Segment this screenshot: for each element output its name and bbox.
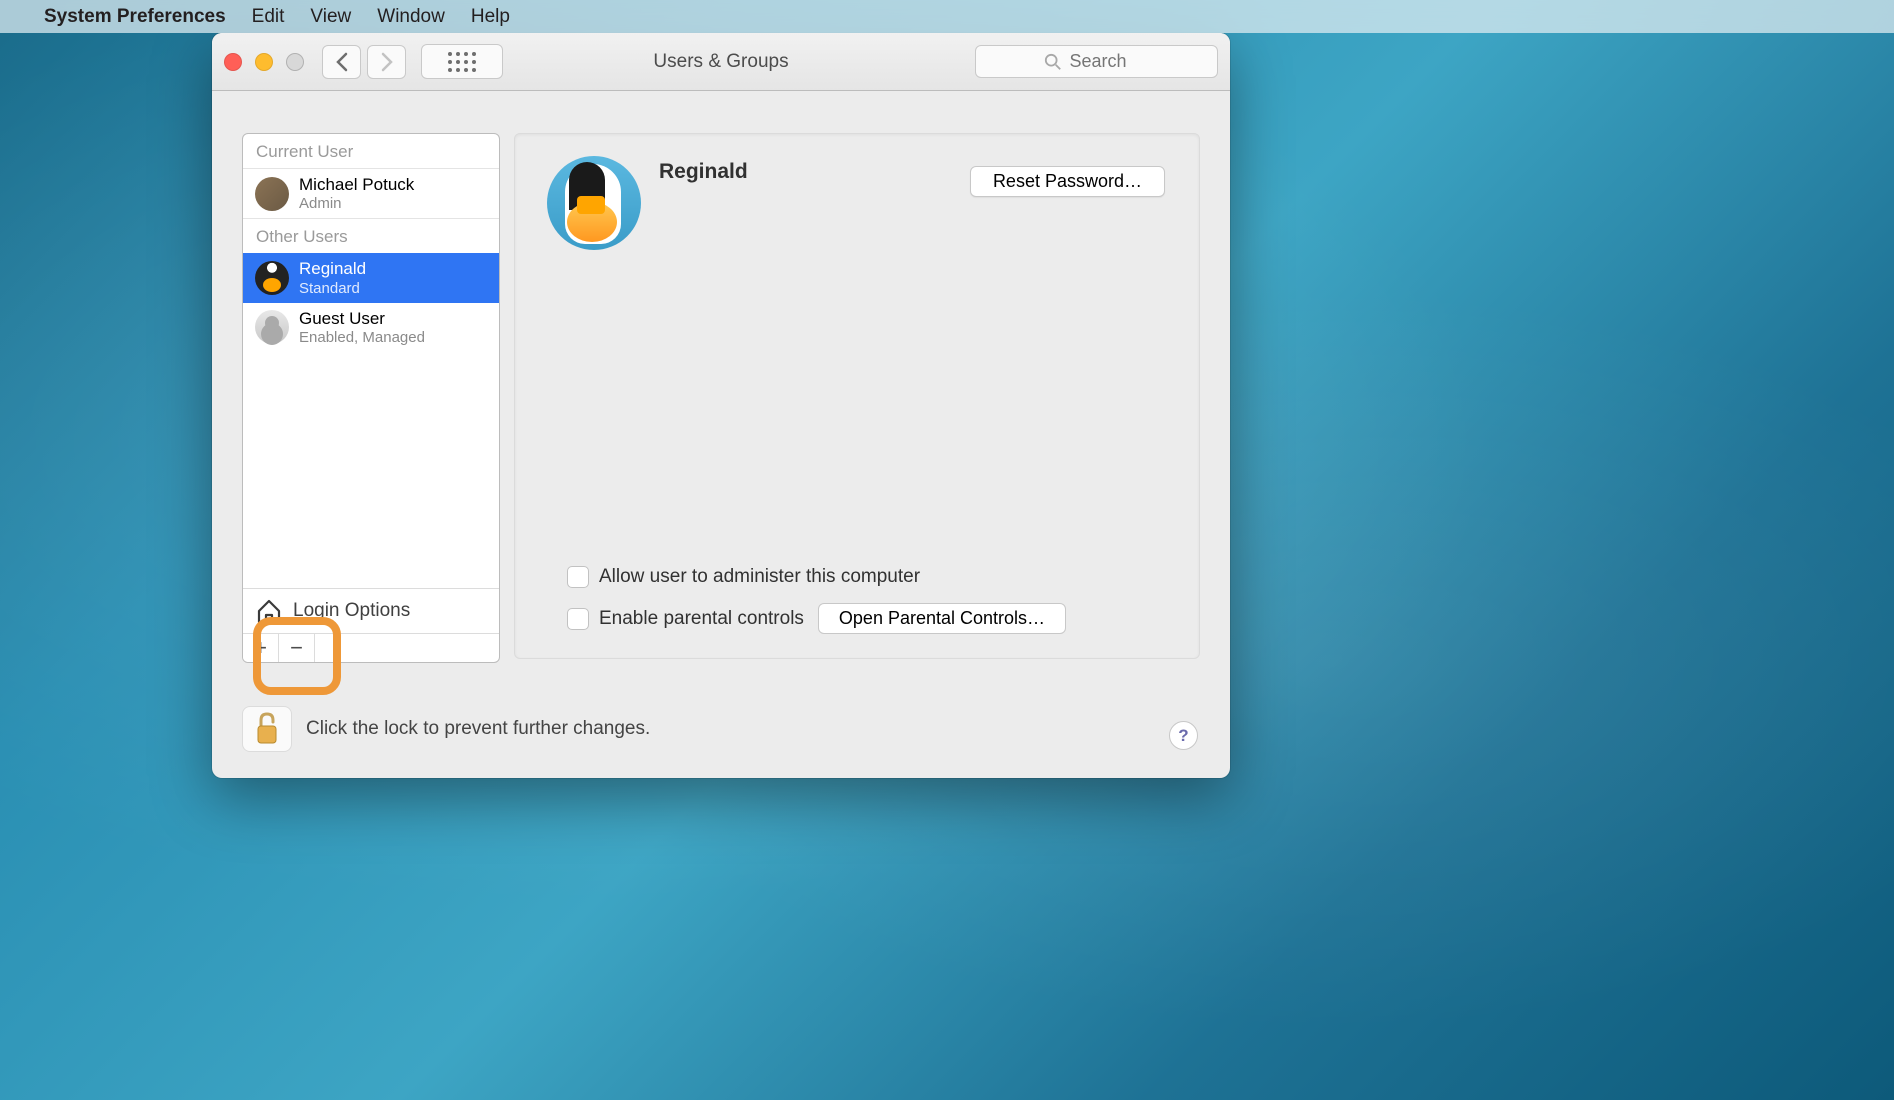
menu-app[interactable]: System Preferences <box>44 6 226 28</box>
content-area: Current User Michael Potuck Admin Other … <box>212 91 1230 695</box>
window-title: Users & Groups <box>653 51 788 73</box>
user-name: Guest User <box>299 309 425 329</box>
current-user-header: Current User <box>243 134 499 169</box>
chevron-left-icon <box>335 52 349 72</box>
user-info: Guest User Enabled, Managed <box>299 309 425 346</box>
remove-user-button[interactable]: − <box>279 634 315 662</box>
parental-checkbox[interactable] <box>567 608 589 630</box>
search-field[interactable] <box>975 45 1218 78</box>
user-role: Enabled, Managed <box>299 329 425 346</box>
avatar-icon <box>255 261 289 295</box>
admin-checkbox-row: Allow user to administer this computer <box>567 566 1167 588</box>
user-name: Reginald <box>299 259 366 279</box>
detail-user-name: Reginald <box>659 160 748 184</box>
menubar: System Preferences Edit View Window Help <box>0 0 1894 33</box>
parental-checkbox-label: Enable parental controls <box>599 608 804 630</box>
user-detail-panel: Reginald Reset Password… Allow user to a… <box>514 133 1200 659</box>
user-row-guest[interactable]: Guest User Enabled, Managed <box>243 303 499 352</box>
login-options-label: Login Options <box>293 600 410 622</box>
user-role: Standard <box>299 280 366 297</box>
other-users-header: Other Users <box>243 218 499 253</box>
traffic-lights <box>224 53 304 71</box>
forward-button <box>367 45 406 79</box>
lock-bar: Click the lock to prevent further change… <box>242 706 1200 752</box>
current-user-row[interactable]: Michael Potuck Admin <box>243 169 499 218</box>
admin-checkbox-label: Allow user to administer this computer <box>599 566 920 588</box>
menu-edit[interactable]: Edit <box>252 6 285 28</box>
admin-checkbox[interactable] <box>567 566 589 588</box>
avatar-icon <box>255 177 289 211</box>
user-info: Michael Potuck Admin <box>299 175 414 212</box>
back-button[interactable] <box>322 45 361 79</box>
close-window-icon[interactable] <box>224 53 242 71</box>
search-icon <box>1044 53 1062 71</box>
help-button[interactable]: ? <box>1169 721 1198 750</box>
preferences-window: Users & Groups Current User Michael Potu… <box>212 33 1230 778</box>
chevron-right-icon <box>380 52 394 72</box>
house-icon <box>255 598 283 624</box>
login-options-row[interactable]: Login Options <box>243 588 499 633</box>
menu-view[interactable]: View <box>310 6 351 28</box>
user-info: Reginald Standard <box>299 259 366 296</box>
search-input[interactable] <box>1070 51 1150 72</box>
menu-help[interactable]: Help <box>471 6 510 28</box>
minimize-window-icon[interactable] <box>255 53 273 71</box>
reset-password-button[interactable]: Reset Password… <box>970 166 1165 197</box>
user-avatar-large[interactable] <box>547 156 641 250</box>
avatar-icon <box>255 310 289 344</box>
add-remove-bar: + − <box>243 633 499 662</box>
menu-window[interactable]: Window <box>377 6 445 28</box>
nav-buttons <box>322 45 406 79</box>
parental-checkbox-row: Enable parental controls Open Parental C… <box>567 603 1167 634</box>
lock-button[interactable] <box>242 706 292 752</box>
user-role: Admin <box>299 195 414 212</box>
grid-icon <box>448 52 476 72</box>
user-name: Michael Potuck <box>299 175 414 195</box>
add-user-button[interactable]: + <box>243 634 279 662</box>
show-all-button[interactable] <box>421 44 503 79</box>
user-list-sidebar: Current User Michael Potuck Admin Other … <box>242 133 500 663</box>
lock-text: Click the lock to prevent further change… <box>306 718 650 740</box>
user-row-reginald[interactable]: Reginald Standard <box>243 253 499 302</box>
zoom-window-icon <box>286 53 304 71</box>
unlock-icon <box>253 712 281 746</box>
options-group: Allow user to administer this computer E… <box>567 566 1167 634</box>
title-bar: Users & Groups <box>212 33 1230 91</box>
open-parental-controls-button[interactable]: Open Parental Controls… <box>818 603 1066 634</box>
